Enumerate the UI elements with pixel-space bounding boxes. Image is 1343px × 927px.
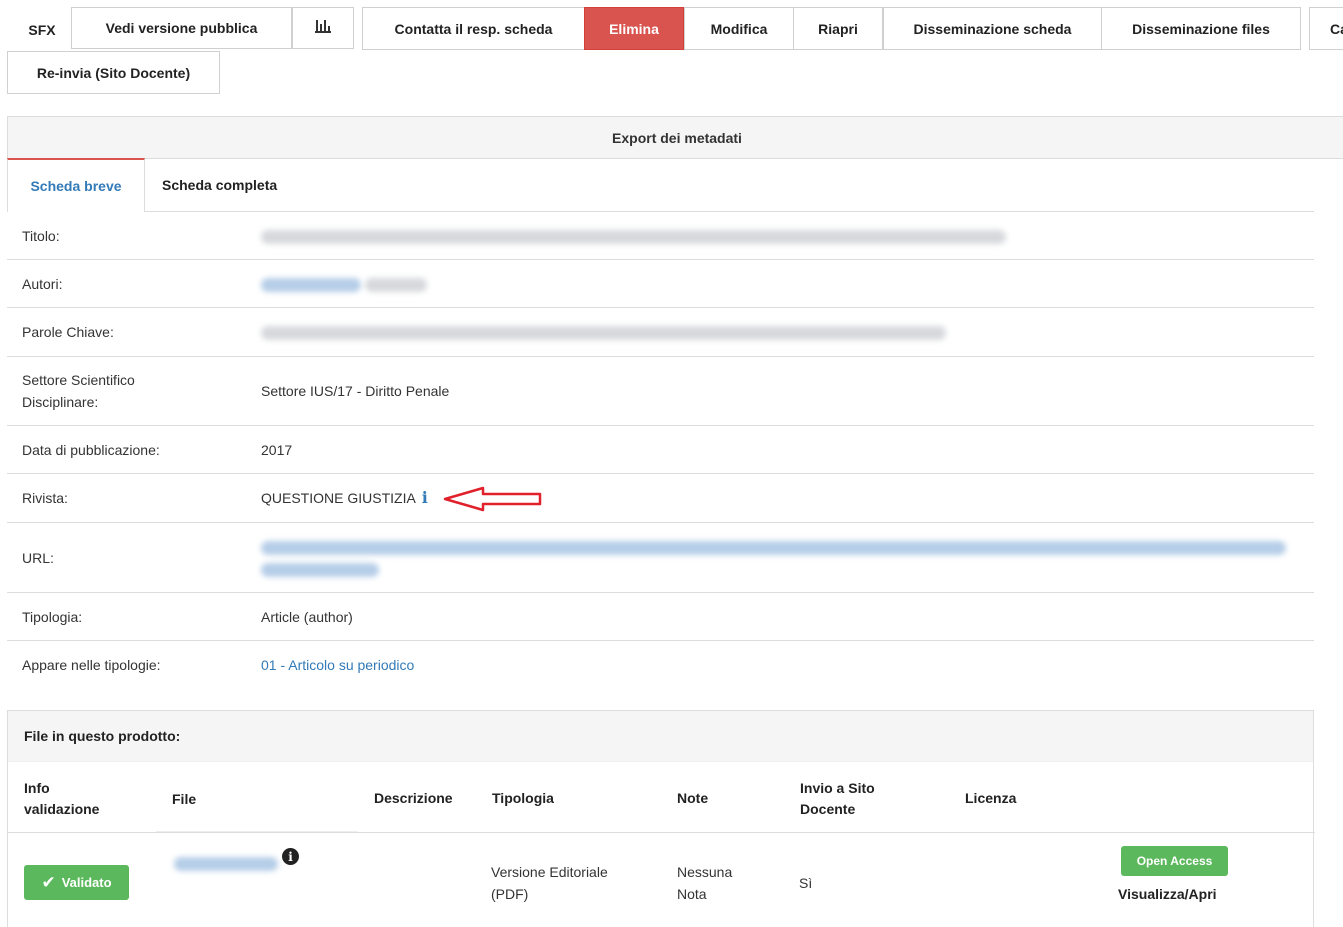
journal-label: Rivista: xyxy=(22,490,68,506)
annotation-arrow-icon xyxy=(443,486,542,512)
file-send-value: Sì xyxy=(799,875,813,891)
reopen-button[interactable]: Riapri xyxy=(793,7,883,50)
file-note-value: Nessuna Nota xyxy=(677,864,733,902)
sfx-button[interactable]: SFX xyxy=(14,8,70,51)
public-version-label: Vedi versione pubblica xyxy=(105,20,258,36)
col-file: File xyxy=(172,791,197,807)
date-value: 2017 xyxy=(261,441,293,458)
action-toolbar: SFX Vedi versione pubblica Contatta il r… xyxy=(0,0,1343,100)
contact-owner-button[interactable]: Contatta il resp. scheda xyxy=(362,7,585,50)
file-info-icon[interactable]: i xyxy=(282,848,299,865)
col-type: Tipologia xyxy=(492,790,554,806)
col-description: Descrizione xyxy=(374,790,453,806)
dissemination-files-button[interactable]: Disseminazione files xyxy=(1101,7,1301,50)
date-label: Data di pubblicazione: xyxy=(22,441,160,458)
dissemination-record-label: Disseminazione scheda xyxy=(913,20,1072,37)
title-value-blurred xyxy=(261,225,1294,247)
file-type-value: Versione Editoriale (PDF) xyxy=(491,864,608,902)
appears-label: Appare nelle tipologie: xyxy=(22,657,161,673)
col-send: Invio a Sito Docente xyxy=(800,780,875,817)
row-title: Titolo: xyxy=(7,212,1314,260)
files-panel: File in questo prodotto: Info validazion… xyxy=(7,710,1315,927)
col-note: Note xyxy=(677,790,709,806)
files-heading: File in questo prodotto: xyxy=(8,711,1313,762)
ssd-label: Settore Scientifico Disciplinare: xyxy=(22,372,135,410)
tab-short-label: Scheda breve xyxy=(30,178,122,194)
ssd-value: Settore IUS/17 - Diritto Penale xyxy=(261,383,450,399)
export-metadata-label: Export dei metadati xyxy=(612,129,742,146)
file-link-blurred[interactable] xyxy=(174,855,278,872)
col-validation: Info validazione xyxy=(24,780,100,817)
tab-short-record[interactable]: Scheda breve xyxy=(7,158,145,212)
title-label: Titolo: xyxy=(22,227,60,244)
truncated-button[interactable]: Ca xyxy=(1309,7,1343,50)
row-ssd: Settore Scientifico Disciplinare: Settor… xyxy=(7,357,1314,426)
row-authors: Autori: xyxy=(7,260,1314,308)
record-tabs: Scheda breve Scheda completa xyxy=(7,158,1314,212)
resend-button[interactable]: Re-invia (Sito Docente) xyxy=(7,51,220,94)
row-keywords: Parole Chiave: xyxy=(7,308,1314,357)
resend-label: Re-invia (Sito Docente) xyxy=(36,64,191,81)
statistics-button[interactable] xyxy=(292,7,354,49)
check-icon: ✔ xyxy=(41,872,56,893)
open-access-badge: Open Access xyxy=(1121,846,1228,876)
edit-button[interactable]: Modifica xyxy=(684,7,794,50)
bar-chart-icon xyxy=(315,20,331,33)
contact-label: Contatta il resp. scheda xyxy=(394,20,553,37)
edit-label: Modifica xyxy=(710,20,768,37)
keywords-value-blurred xyxy=(261,321,1294,343)
dissemination-files-label: Disseminazione files xyxy=(1132,20,1270,37)
tab-full-record[interactable]: Scheda completa xyxy=(162,158,277,211)
col-license: Licenza xyxy=(965,790,1017,806)
public-version-button[interactable]: Vedi versione pubblica xyxy=(71,7,292,49)
journal-value-wrap: QUESTIONE GIUSTIZIA i xyxy=(261,487,1294,509)
reopen-label: Riapri xyxy=(818,20,858,37)
metadata-table: Titolo: Autori: Parole Chiave: Settore S… xyxy=(7,212,1314,689)
authors-value-blurred[interactable] xyxy=(261,273,1294,295)
url-value-blurred[interactable] xyxy=(261,536,1294,580)
row-date: Data di pubblicazione: 2017 xyxy=(7,426,1314,474)
type-value: Article (author) xyxy=(261,608,353,625)
row-journal: Rivista: QUESTIONE GIUSTIZIA i xyxy=(7,474,1314,523)
row-type: Tipologia: Article (author) xyxy=(7,593,1314,641)
table-header-divider xyxy=(8,832,1315,833)
files-heading-label: File in questo prodotto: xyxy=(24,728,181,744)
file-column-divider xyxy=(156,831,358,832)
view-open-link[interactable]: Visualizza/Apri xyxy=(1118,886,1217,902)
sfx-label: SFX xyxy=(28,21,56,38)
export-metadata-bar[interactable]: Export dei metadati xyxy=(7,116,1343,159)
appears-link[interactable]: 01 - Articolo su periodico xyxy=(261,654,1294,676)
type-label: Tipologia: xyxy=(22,608,83,625)
truncated-label: Ca xyxy=(1330,20,1343,37)
delete-label: Elimina xyxy=(609,20,659,37)
open-access-label: Open Access xyxy=(1136,854,1213,868)
dissemination-record-button[interactable]: Disseminazione scheda xyxy=(883,7,1102,50)
authors-label: Autori: xyxy=(22,275,63,292)
row-url: URL: xyxy=(7,523,1314,593)
keywords-label: Parole Chiave: xyxy=(22,324,114,340)
tab-full-label: Scheda completa xyxy=(162,176,278,193)
row-appears: Appare nelle tipologie: 01 - Articolo su… xyxy=(7,641,1314,689)
info-icon[interactable]: i xyxy=(422,487,428,509)
journal-value: QUESTIONE GIUSTIZIA xyxy=(261,490,416,506)
url-label: URL: xyxy=(22,549,54,566)
validated-label: Validato xyxy=(61,875,112,890)
delete-button[interactable]: Elimina xyxy=(584,7,684,50)
validated-badge[interactable]: ✔ Validato xyxy=(24,865,129,900)
